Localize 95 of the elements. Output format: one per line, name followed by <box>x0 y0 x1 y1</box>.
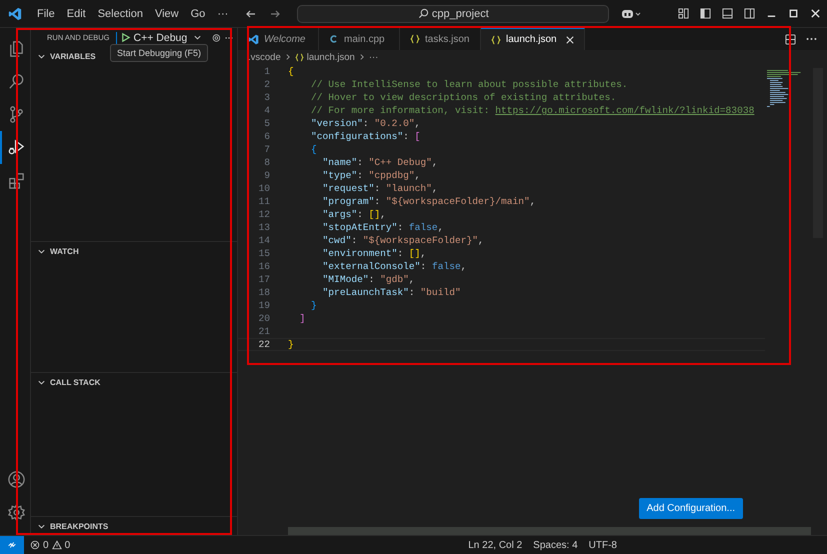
close-icon[interactable] <box>566 36 574 44</box>
line-number: 7 <box>263 144 270 155</box>
menu-item[interactable]: View <box>150 6 184 22</box>
sidebar-toggle-icon[interactable] <box>700 8 711 19</box>
chevron-right-icon <box>358 53 366 61</box>
remote-icon <box>7 540 17 550</box>
status-item[interactable]: Ln 22, Col 2 <box>468 540 522 550</box>
line-number: 9 <box>263 170 270 181</box>
search-icon <box>418 8 429 19</box>
json-file-icon <box>294 52 304 62</box>
line-number: 4 <box>263 105 270 116</box>
editor-tab[interactable]: launch.json <box>481 28 585 50</box>
vscode-logo-icon <box>248 34 259 44</box>
code-line: "request": "launch", <box>322 183 438 194</box>
configuration-dropdown[interactable]: C++ Debug <box>134 32 202 44</box>
settings-icon[interactable] <box>212 32 221 44</box>
split-editor-icon[interactable] <box>785 34 796 44</box>
vscode-logo-icon <box>8 6 22 20</box>
code-line: { <box>310 144 317 155</box>
layout-icon[interactable] <box>678 8 689 19</box>
code-line: "type": "cppdbg", <box>322 170 420 181</box>
line-number: 2 <box>263 79 270 90</box>
menu-item[interactable]: ··· <box>212 6 234 22</box>
code-line: "version": "0.2.0", <box>310 118 420 129</box>
status-item[interactable]: Spaces: 4 <box>533 540 578 550</box>
line-number: 5 <box>263 118 270 129</box>
section-header[interactable]: BREAKPOINTS <box>50 522 108 531</box>
menu-item[interactable]: Edit <box>62 6 91 22</box>
code-line: "args": [], <box>322 209 386 220</box>
line-number: 3 <box>263 92 270 103</box>
error-icon <box>30 540 40 550</box>
line-number: 21 <box>257 326 270 337</box>
split-toggle-icon[interactable] <box>744 8 755 19</box>
tooltip: Start Debugging (F5) <box>110 44 208 62</box>
back-arrow-icon[interactable] <box>245 8 258 20</box>
command-center-field[interactable]: cpp_project <box>297 4 610 22</box>
line-number: 20 <box>257 313 270 324</box>
line-number: 13 <box>257 222 270 233</box>
section-header[interactable]: WATCH <box>50 246 79 256</box>
menu-item[interactable]: Go <box>186 6 210 22</box>
code-line: "cwd": "${workspaceFolder}", <box>322 235 484 246</box>
forward-arrow-icon[interactable] <box>269 8 282 20</box>
copilot-icon[interactable] <box>621 8 644 20</box>
line-number: 19 <box>257 300 270 311</box>
code-line: "preLaunchTask": "build" <box>322 287 461 298</box>
panel-toggle-icon[interactable] <box>722 8 733 19</box>
status-item[interactable]: UTF-8 <box>588 540 617 550</box>
breadcrumb-item[interactable]: .vscode <box>248 52 281 62</box>
menu-item[interactable]: File <box>32 6 60 22</box>
chevron-right-icon <box>284 53 292 61</box>
breadcrumb-item[interactable]: launch.json <box>294 52 355 62</box>
code-line: "name": "C++ Debug", <box>322 157 438 168</box>
code-line: { <box>288 66 294 77</box>
code-line: "configurations": [ <box>310 131 420 142</box>
line-number: 18 <box>257 287 270 298</box>
more-actions-icon[interactable] <box>806 37 817 41</box>
line-number: 14 <box>257 235 270 246</box>
line-number: 17 <box>257 274 270 285</box>
code-line: } <box>310 300 317 311</box>
problems-button[interactable]: 0 0 <box>24 540 70 550</box>
line-number: 16 <box>257 261 270 272</box>
section-header[interactable]: VARIABLES <box>50 52 96 62</box>
line-number: 1 <box>263 66 270 77</box>
maximize-icon[interactable] <box>788 8 799 19</box>
menu-item[interactable]: Selection <box>92 6 148 22</box>
line-number: 6 <box>263 131 270 142</box>
add-configuration-button[interactable]: Add Configuration... <box>638 498 743 519</box>
code-line: // Use IntelliSense to learn about possible attributes. <box>310 79 628 90</box>
code-line: // Hover to view descriptions of existing attributes. <box>310 92 616 103</box>
remote-button[interactable] <box>0 536 24 554</box>
breadcrumb-item[interactable]: ··· <box>368 52 378 62</box>
line-number: 8 <box>263 157 270 168</box>
line-number: 22 <box>257 339 270 350</box>
json-file-icon <box>410 34 420 44</box>
cpp-file-icon <box>329 34 339 44</box>
code-line: "environment": [], <box>322 248 426 259</box>
line-number: 12 <box>257 209 270 220</box>
line-number: 11 <box>257 196 270 207</box>
json-file-icon <box>491 34 501 44</box>
line-number: 10 <box>257 183 270 194</box>
code-line: ] <box>298 313 306 324</box>
code-line: } <box>288 339 294 350</box>
code-line: "externalConsole": false, <box>322 261 466 272</box>
scrollbar[interactable] <box>288 527 811 535</box>
code-line: "stopAtEntry": false, <box>322 222 444 233</box>
warning-icon <box>52 540 62 550</box>
line-number: 15 <box>257 248 270 259</box>
editor-tab[interactable]: main.cpp <box>319 28 400 50</box>
code-line: // For more information, visit: https://go.microsoft.com/fwlink/?linkid=83038 <box>310 105 754 116</box>
code-line: "MIMode": "gdb", <box>322 274 415 285</box>
editor-tab[interactable]: Welcome <box>238 28 319 50</box>
section-header[interactable]: CALL STACK <box>50 378 100 387</box>
code-line: "program": "${workspaceFolder}/main", <box>322 196 536 207</box>
start-debugging-icon[interactable] <box>120 32 131 44</box>
close-icon[interactable] <box>810 8 821 19</box>
